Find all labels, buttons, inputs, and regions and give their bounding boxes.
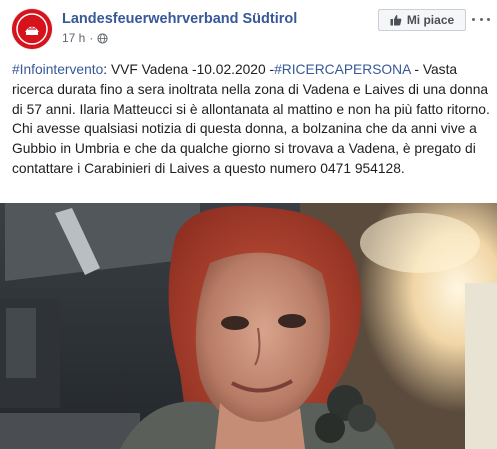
fire-brigade-logo-icon [12, 9, 52, 49]
post-time-link[interactable]: 17 h [62, 31, 85, 45]
thumbs-up-icon [390, 15, 402, 26]
post-meta: 17 h · [62, 31, 108, 45]
like-button-label: Mi piace [406, 13, 455, 27]
page-avatar[interactable] [12, 9, 52, 49]
post-photo[interactable] [0, 203, 497, 449]
hashtag-infointervento[interactable]: #Infointervento [12, 62, 103, 77]
hashtag-ricercapersona[interactable]: #RICERCAPERSONA [274, 62, 410, 77]
post-header: Landesfeuerwehrverband Südtirol 17 h · M… [0, 0, 497, 60]
globe-icon[interactable] [97, 32, 108, 44]
more-dot [479, 17, 483, 21]
meta-separator: · [89, 31, 94, 45]
more-dot [487, 17, 490, 21]
more-dot [472, 17, 475, 21]
like-page-button[interactable]: Mi piace [378, 9, 466, 31]
post-text-part-2: - Vasta ricerca durata fino a sera inolt… [12, 62, 490, 176]
post-text-part-1: : VVF Vadena -10.02.2020 - [103, 62, 275, 77]
woman-portrait-photo [0, 203, 497, 449]
page-name-link[interactable]: Landesfeuerwehrverband Südtirol [62, 11, 297, 27]
more-options-icon[interactable] [472, 12, 490, 26]
post-text: #Infointervento: VVF Vadena -10.02.2020 … [12, 60, 490, 179]
